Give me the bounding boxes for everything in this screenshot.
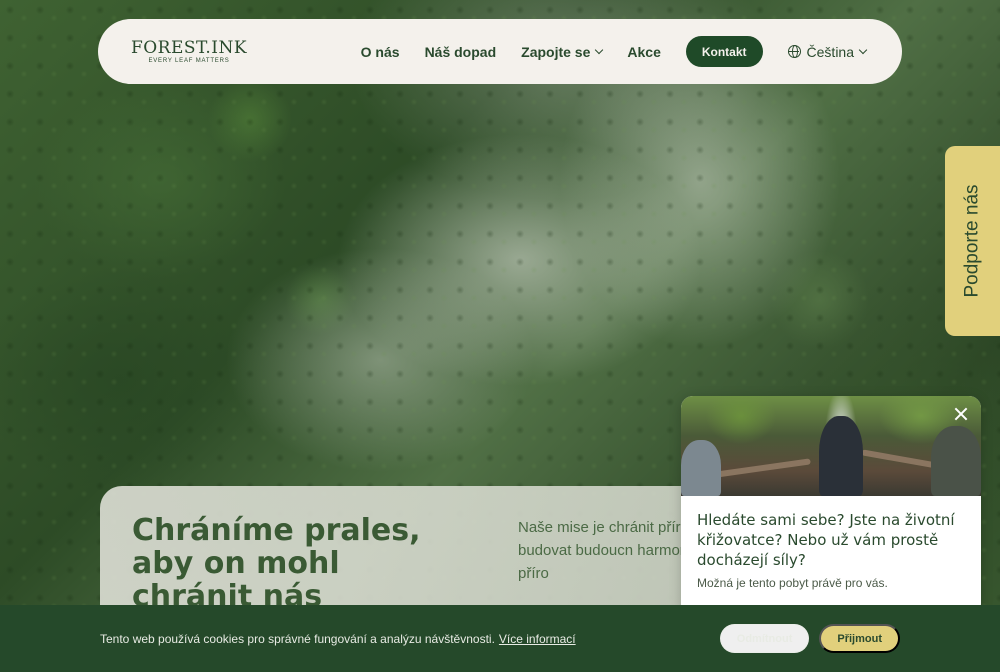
cookie-text: Tento web používá cookies pro správné fu… [100,631,495,646]
support-us-tab[interactable]: Podporte nás [945,146,1000,336]
main-nav: O nás Náš dopad Zapojte se Akce Kontakt … [361,36,868,67]
chevron-down-icon [595,45,604,55]
accept-button[interactable]: Přijmout [819,624,900,653]
person-figure [931,426,981,496]
popup-image [681,396,981,496]
cookie-bar: Tento web používá cookies pro správné fu… [0,605,1000,672]
logo-tagline: EVERY LEAF MATTERS [148,58,230,64]
contact-button[interactable]: Kontakt [685,36,763,67]
logo[interactable]: FOREST.INK EVERY LEAF MATTERS [130,38,248,64]
chevron-down-icon [858,45,868,55]
logo-wordmark: FOREST.INK [130,38,248,58]
person-figure [681,440,721,496]
nav-item-label: Náš dopad [424,43,497,60]
nav-item-akce[interactable]: Akce [627,44,660,60]
nav-item-label: Zapojte se [521,43,591,60]
site-header: FOREST.INK EVERY LEAF MATTERS O nás Náš … [98,19,902,84]
globe-icon [787,45,801,58]
popup-text: Možná je tento pobyt právě pro vás. [697,576,888,590]
language-selector[interactable]: Čeština [787,43,868,60]
promo-popup[interactable]: Hledáte sami sebe? Jste na životní křižo… [681,396,981,616]
decline-button[interactable]: Odmítnout [719,624,810,653]
nav-item-o-nas[interactable]: O nás [361,44,400,60]
cookie-actions: Odmítnout Přijmout [719,624,900,653]
nav-item-nas-dopad[interactable]: Náš dopad [425,44,497,60]
language-label: Čeština [806,43,854,60]
support-us-label: Podporte nás [962,184,983,298]
cookie-more-info-link[interactable]: Více informací [499,632,576,646]
nav-item-label: O nás [360,43,400,60]
popup-title: Hledáte sami sebe? Jste na životní křižo… [697,511,955,569]
nav-item-label: Akce [627,43,661,60]
hero-title: Chráníme prales, aby on mohl chránit nás [132,513,421,614]
nav-item-zapojte-se[interactable]: Zapojte se [521,43,604,60]
person-figure [819,416,863,496]
close-icon[interactable] [953,406,969,422]
